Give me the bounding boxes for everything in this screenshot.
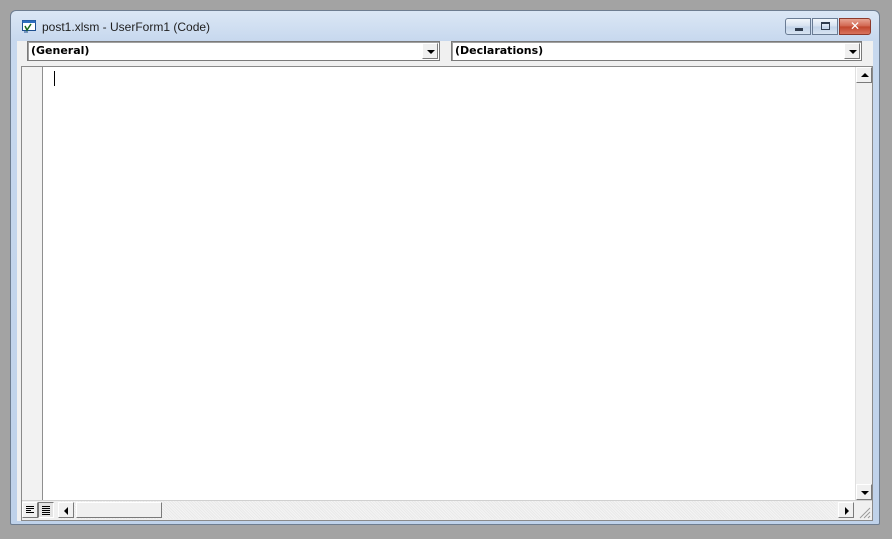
code-window: post1.xlsm - UserForm1 (Code) ✕ (General… bbox=[10, 10, 880, 525]
window-controls: ✕ bbox=[784, 18, 871, 35]
arrow-up-icon bbox=[861, 73, 869, 77]
maximize-icon bbox=[821, 22, 830, 30]
horizontal-scroll-thumb[interactable] bbox=[76, 502, 162, 518]
close-button[interactable]: ✕ bbox=[839, 18, 871, 35]
arrow-right-icon bbox=[845, 507, 849, 515]
scroll-down-button[interactable] bbox=[856, 484, 872, 500]
procedure-dropdown[interactable]: (Declarations) bbox=[451, 41, 862, 61]
title-bar[interactable]: post1.xlsm - UserForm1 (Code) ✕ bbox=[11, 11, 879, 41]
margin-indicator-bar[interactable] bbox=[22, 67, 43, 500]
scroll-up-button[interactable] bbox=[856, 67, 872, 83]
full-module-view-button[interactable] bbox=[38, 502, 54, 518]
object-dropdown-button[interactable] bbox=[422, 43, 438, 59]
vba-code-window-icon bbox=[22, 20, 36, 33]
window-title: post1.xlsm - UserForm1 (Code) bbox=[42, 20, 211, 34]
horizontal-scrollbar[interactable] bbox=[60, 501, 836, 519]
scroll-right-button[interactable] bbox=[838, 502, 854, 518]
object-dropdown-value: (General) bbox=[31, 44, 90, 57]
arrow-left-icon bbox=[64, 507, 68, 515]
code-editor-frame bbox=[21, 66, 873, 521]
procedure-view-button[interactable] bbox=[22, 502, 38, 518]
object-dropdown[interactable]: (General) bbox=[27, 41, 440, 61]
minimize-button[interactable] bbox=[785, 18, 811, 35]
procedure-dropdown-button[interactable] bbox=[844, 43, 860, 59]
code-editor[interactable] bbox=[43, 67, 855, 500]
maximize-button[interactable] bbox=[812, 18, 838, 35]
arrow-down-icon bbox=[861, 491, 869, 495]
procedure-dropdown-value: (Declarations) bbox=[455, 44, 544, 57]
procedure-view-icon bbox=[26, 506, 34, 514]
close-icon: ✕ bbox=[849, 19, 861, 33]
chevron-down-icon bbox=[427, 50, 435, 54]
scroll-left-button[interactable] bbox=[58, 502, 74, 518]
minimize-icon bbox=[795, 28, 803, 31]
full-module-view-icon bbox=[42, 506, 50, 516]
editor-bottom-bar bbox=[22, 500, 872, 520]
code-window-client: (General) (Declarations) bbox=[17, 41, 873, 521]
chevron-down-icon bbox=[849, 50, 857, 54]
text-caret bbox=[54, 71, 55, 86]
vertical-scrollbar[interactable] bbox=[855, 67, 872, 500]
resize-grip-icon[interactable] bbox=[857, 505, 871, 519]
